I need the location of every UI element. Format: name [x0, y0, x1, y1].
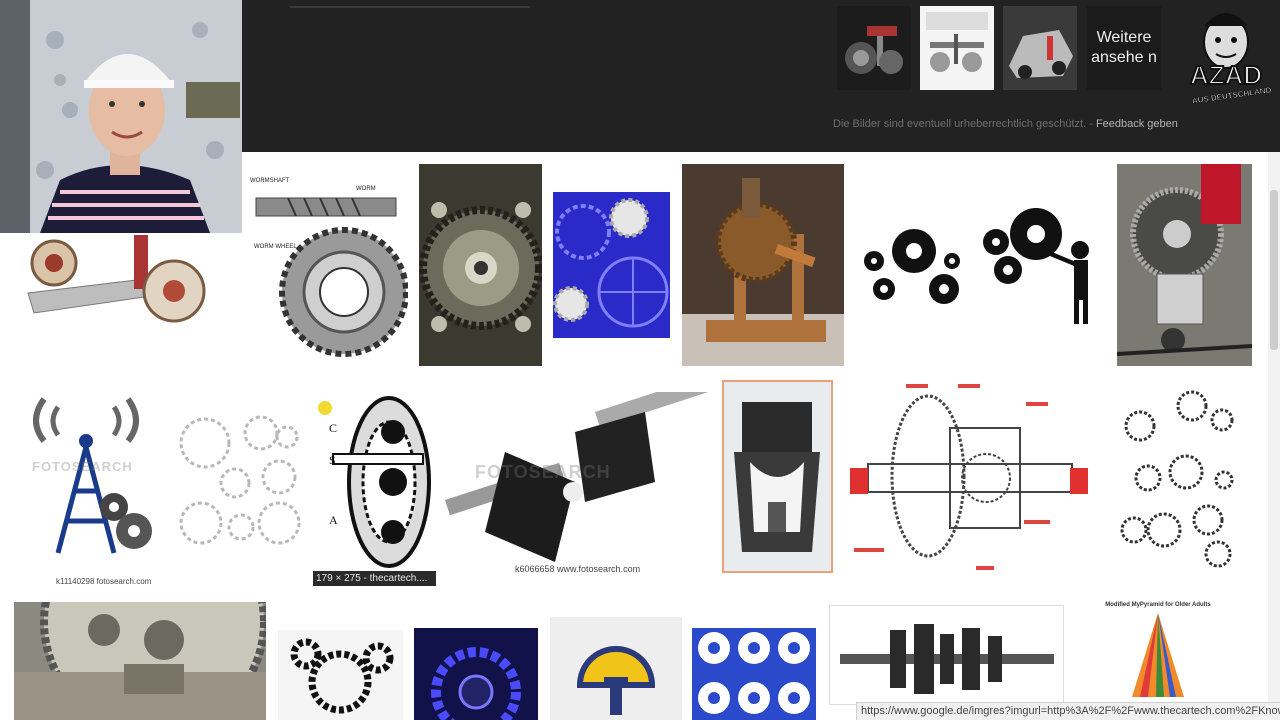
scrollbar-thumb[interactable]: [1270, 190, 1278, 350]
related-thumb-suspension[interactable]: [837, 6, 911, 90]
result-image-bevel-gears[interactable]: FOTOSEARCH k6066658 www.fotosearch.com: [445, 392, 710, 578]
result-image-gear-outlines[interactable]: [175, 407, 303, 557]
worm-label-wheel: WORM WHEEL: [254, 244, 297, 250]
logo-name: AZAD: [1190, 60, 1262, 90]
result-image-planetary-closeup[interactable]: [419, 164, 542, 366]
result-image-gear-assortment[interactable]: [1114, 380, 1244, 580]
panel-divider: [290, 6, 530, 8]
copyright-notice: Die Bilder sind eventuell urheberrechtli…: [833, 118, 1178, 130]
result-image-antenna-gears[interactable]: FOTOSEARCH k11140298 fotosearch.com: [14, 381, 162, 591]
channel-logo: AZAD AUS DEUTSCHLAND: [1176, 0, 1280, 112]
result-image-large-spur-gear[interactable]: [14, 602, 266, 720]
result-image-differential-diagram[interactable]: [848, 380, 1092, 580]
copyright-text: Die Bilder sind eventuell urheberrechtli…: [833, 118, 1087, 130]
result-image-gear-pattern[interactable]: [692, 628, 816, 720]
more-images-label: Weitere ansehe n: [1091, 29, 1157, 66]
related-thumb-car[interactable]: [1003, 6, 1077, 90]
result-image-differential-selected[interactable]: [722, 380, 833, 573]
more-images-button[interactable]: Weitere ansehe n: [1087, 6, 1161, 90]
result-image-planetary-diagram[interactable]: C S A: [313, 392, 435, 572]
result-image-man-with-gears[interactable]: [980, 200, 1106, 330]
related-thumb-diagram[interactable]: [920, 6, 994, 90]
pyramid-title: Modified MyPyramid for Older Adults: [1105, 602, 1211, 608]
feedback-link[interactable]: Feedback geben: [1096, 118, 1178, 130]
result-image-gear-shaft[interactable]: [829, 605, 1064, 705]
status-bar-url: https://www.google.de/imgres?imgurl=http…: [856, 702, 1280, 720]
result-image-food-pyramid[interactable]: Modified MyPyramid for Older Adults: [1076, 597, 1241, 702]
watermark-text-2: FOTOSEARCH: [475, 462, 611, 482]
webcam-overlay: [0, 0, 242, 233]
worm-label-shaft: WORMSHAFT: [250, 178, 290, 184]
image-size-tooltip: 179 × 275 - thecartech....: [313, 571, 436, 586]
planet-letter-c: C: [329, 421, 337, 435]
result-image-steampunk-gears[interactable]: [278, 630, 403, 720]
planet-letter-s: S: [329, 453, 336, 467]
image-detail-panel: Weitere ansehe n Die Bilder sind eventue…: [242, 0, 1280, 152]
page-scrollbar[interactable]: [1268, 152, 1280, 702]
caption-tower: k11140298 fotosearch.com: [56, 577, 152, 586]
result-image-wooden-gear-model[interactable]: [682, 164, 844, 366]
copyright-separator: -: [1089, 118, 1093, 130]
caption-bevel: k6066658 www.fotosearch.com: [515, 564, 641, 574]
result-image-gauge-icon[interactable]: [550, 617, 682, 720]
result-image-blue-gears[interactable]: [553, 192, 670, 338]
result-image-suspension[interactable]: [14, 233, 214, 333]
watermark-text: FOTOSEARCH: [32, 459, 133, 474]
planet-letter-a: A: [329, 513, 338, 527]
result-image-worm-gear[interactable]: WORMSHAFT WORM WORM WHEEL: [248, 170, 408, 360]
worm-label-worm: WORM: [356, 186, 376, 192]
result-image-blue-wheel[interactable]: [414, 628, 538, 720]
result-image-cog-icons[interactable]: [856, 193, 969, 339]
result-image-bike-derailleur[interactable]: [1117, 164, 1252, 366]
